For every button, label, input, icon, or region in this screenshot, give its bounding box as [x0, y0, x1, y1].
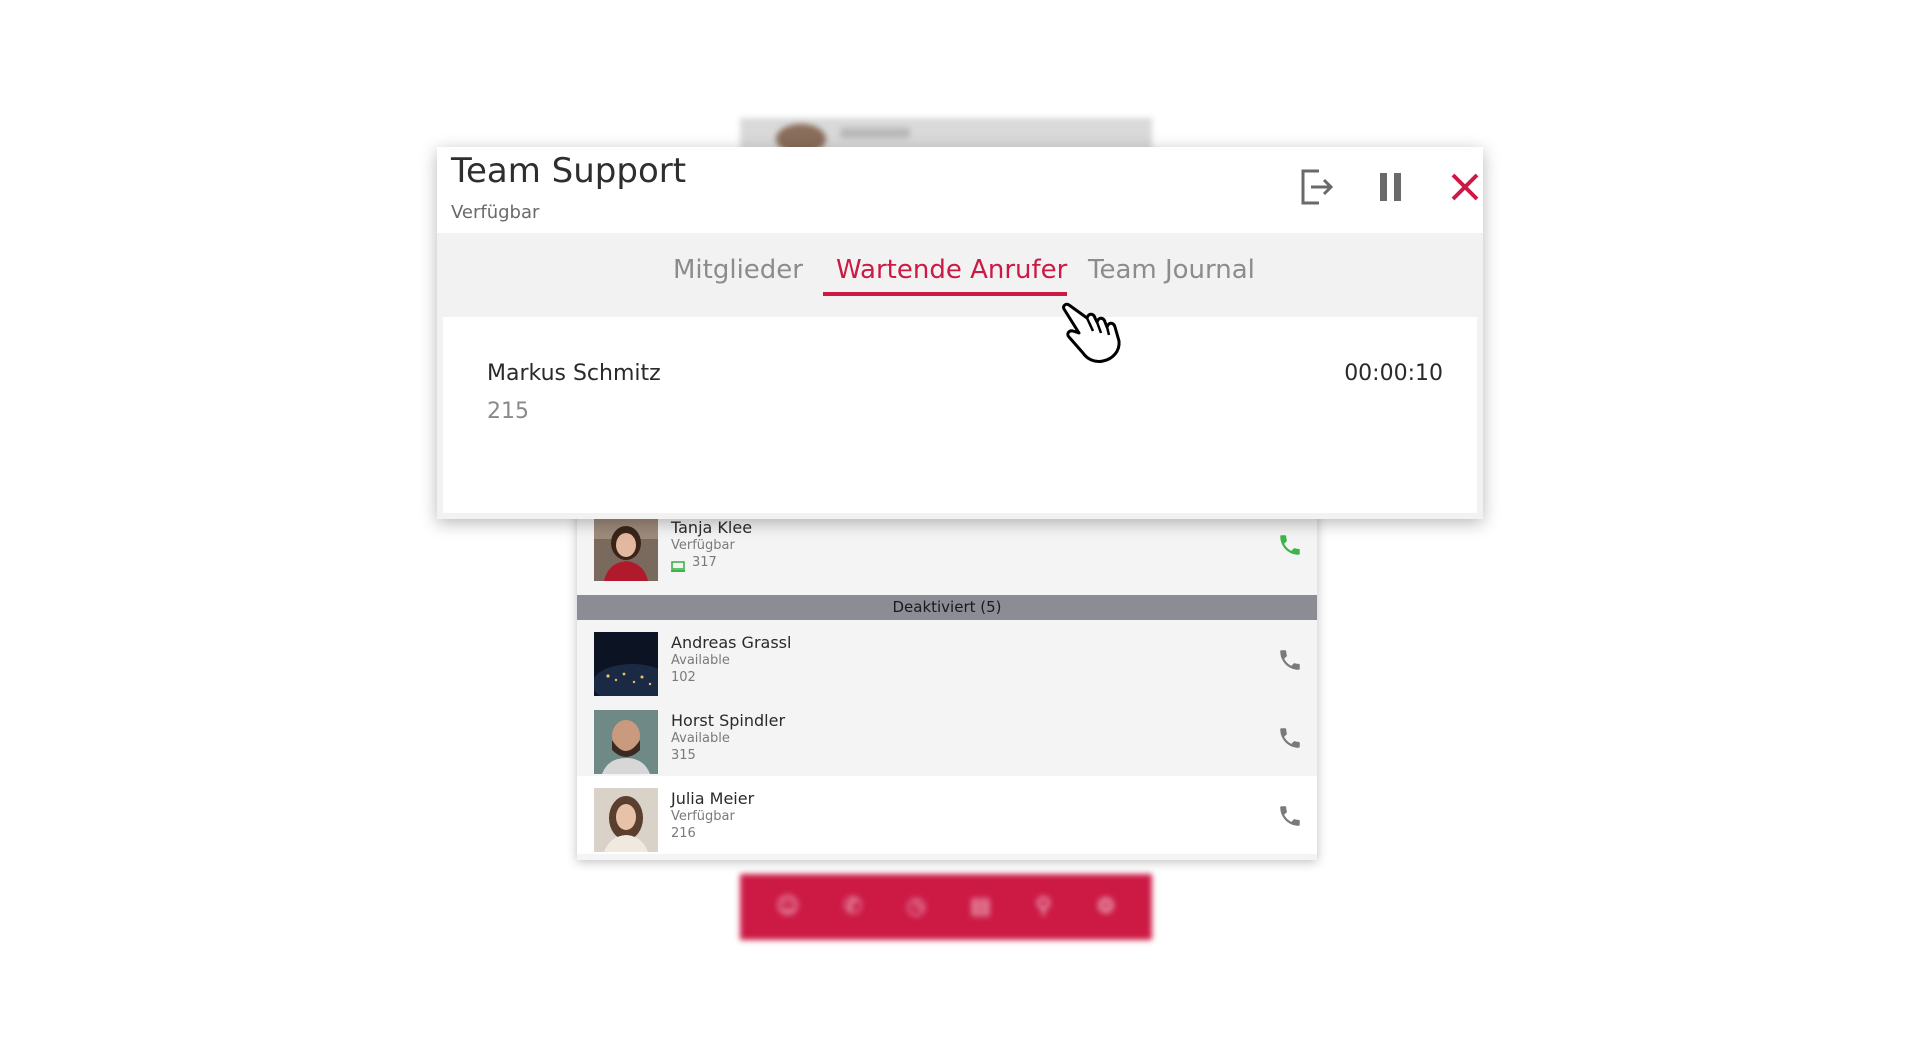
member-extension: 315	[671, 748, 696, 763]
settings-icon: ⚙	[1095, 894, 1116, 919]
avatar	[594, 632, 658, 696]
background-bottom-nav: ☺ ✆ ◷ ▤ ⚲ ⚙	[740, 874, 1152, 940]
member-row[interactable]: Horst Spindler Available 315	[577, 698, 1317, 776]
background-name	[840, 128, 910, 138]
search-icon: ⚲	[1035, 894, 1052, 919]
member-name: Tanja Klee	[671, 518, 753, 537]
phone-icon[interactable]	[1277, 532, 1303, 558]
member-extension: 317	[692, 555, 717, 570]
waiting-callers-list: Markus Schmitz 215 00:00:10	[443, 317, 1477, 513]
avatar	[594, 517, 658, 581]
phone-icon[interactable]	[1277, 803, 1303, 829]
leave-team-icon	[1299, 167, 1335, 211]
member-extension: 216	[671, 826, 696, 841]
leave-team-button[interactable]	[1295, 167, 1339, 211]
computer-icon	[671, 557, 685, 572]
team-member-list: Tanja Klee Verfügbar 317 Deaktiviert (5)	[577, 505, 1317, 860]
caller-wait-time: 00:00:10	[1344, 361, 1443, 386]
team-status: Verfügbar	[451, 202, 540, 223]
member-row[interactable]: Andreas Grassl Available 102	[577, 620, 1317, 698]
caller-name: Markus Schmitz	[487, 361, 661, 386]
dialog-header: Team Support Verfügbar	[437, 147, 1483, 233]
phone-icon[interactable]	[1277, 647, 1303, 673]
tab-team-journal[interactable]: Team Journal	[1088, 255, 1255, 285]
close-icon	[1450, 172, 1480, 206]
pause-button[interactable]	[1369, 167, 1413, 211]
deactivated-section-header: Deaktiviert (5)	[577, 595, 1317, 620]
tab-waiting-callers[interactable]: Wartende Anrufer	[836, 255, 1067, 285]
member-name: Andreas Grassl	[671, 633, 792, 652]
screen: ☺ ✆ ◷ ▤ ⚲ ⚙ Tanja Klee Verfügbar 317 Dea…	[0, 0, 1920, 1040]
tab-bar: Mitglieder Wartende Anrufer Team Journal	[437, 233, 1483, 311]
hand-cursor-icon	[1057, 297, 1129, 369]
background-header	[740, 118, 1152, 154]
member-status: Verfügbar	[671, 809, 735, 824]
history-icon: ◷	[906, 894, 926, 919]
member-status: Verfügbar	[671, 538, 735, 553]
member-status: Available	[671, 653, 730, 668]
member-name: Julia Meier	[671, 789, 755, 808]
pause-icon	[1378, 171, 1404, 207]
active-tab-indicator	[823, 292, 1067, 296]
team-icon: ☺	[776, 894, 800, 919]
member-row[interactable]: Julia Meier Verfügbar 216	[577, 776, 1317, 854]
member-extension: 102	[671, 670, 696, 685]
contacts-icon: ▤	[970, 894, 991, 919]
tab-members[interactable]: Mitglieder	[673, 255, 803, 285]
phone-icon[interactable]	[1277, 725, 1303, 751]
member-status: Available	[671, 731, 730, 746]
avatar	[594, 788, 658, 852]
team-dialog: Team Support Verfügbar Mitglieder Warten…	[437, 147, 1483, 519]
avatar	[594, 710, 658, 774]
phone-icon: ✆	[843, 894, 863, 919]
member-name: Horst Spindler	[671, 711, 786, 730]
team-title: Team Support	[451, 151, 687, 191]
caller-extension: 215	[487, 399, 529, 424]
close-button[interactable]	[1443, 167, 1487, 211]
